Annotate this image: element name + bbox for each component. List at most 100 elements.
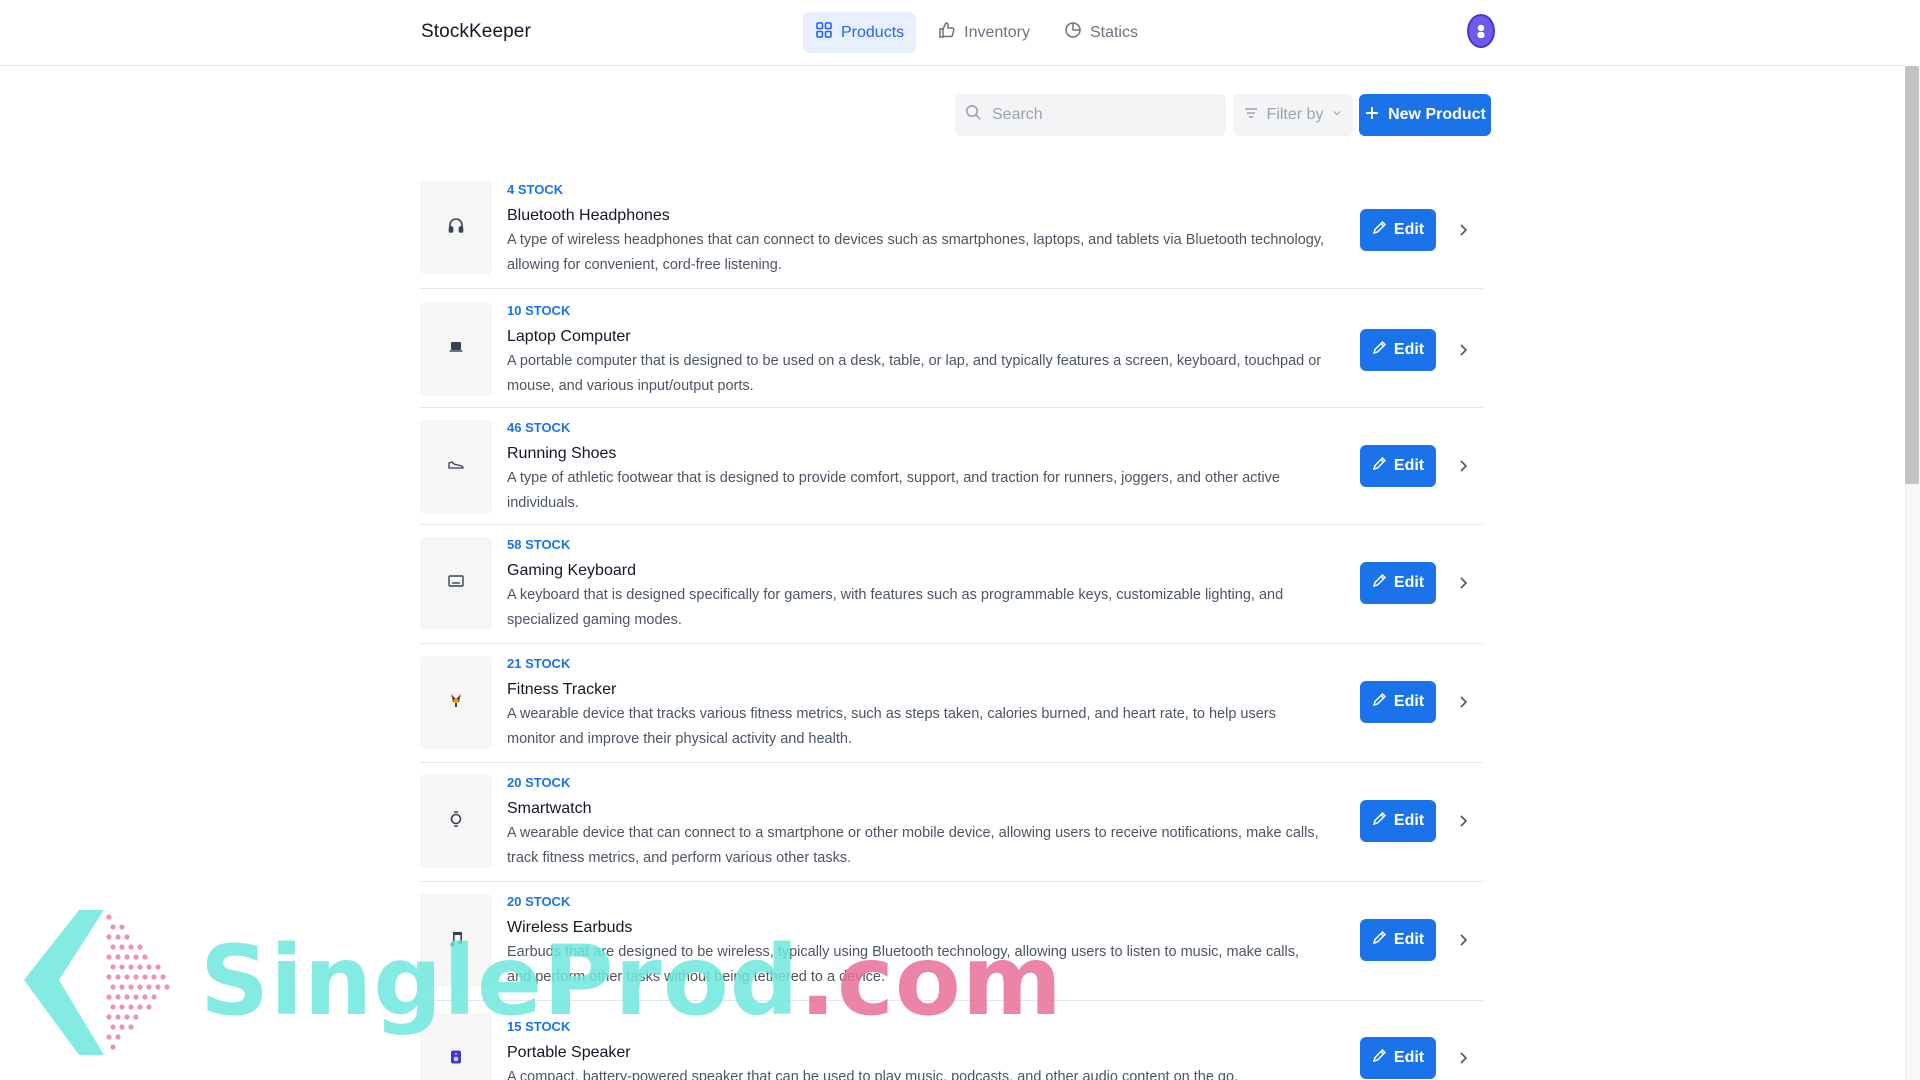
- pencil-icon: [1372, 456, 1387, 476]
- product-row[interactable]: 58 STOCK Gaming Keyboard A keyboard that…: [420, 525, 1483, 644]
- product-info: 20 STOCK Smartwatch A wearable device th…: [507, 775, 1327, 871]
- chevron-down-icon: [1331, 106, 1343, 124]
- product-name[interactable]: Wireless Earbuds: [507, 919, 1327, 937]
- pencil-icon: [1372, 1048, 1387, 1068]
- edit-button[interactable]: Edit: [1360, 445, 1436, 487]
- edit-label: Edit: [1393, 341, 1425, 358]
- watermark-logo: [24, 910, 170, 1055]
- pencil-icon: [1372, 220, 1387, 240]
- fitness-tracker-icon: [447, 691, 465, 714]
- stock-count: 10 STOCK: [507, 303, 571, 318]
- chevron-right-icon[interactable]: [1456, 576, 1470, 590]
- product-info: 15 STOCK Portable Speaker A compact, bat…: [507, 1019, 1327, 1080]
- music-note-icon: [447, 929, 465, 952]
- keyboard-icon: [447, 572, 465, 595]
- edit-label: Edit: [1393, 931, 1425, 948]
- edit-label: Edit: [1393, 574, 1425, 591]
- product-info: 21 STOCK Fitness Tracker A wearable devi…: [507, 656, 1327, 752]
- edit-button[interactable]: Edit: [1360, 919, 1436, 961]
- product-description: A portable computer that is designed to …: [507, 353, 1322, 394]
- laptop-icon: [447, 338, 465, 361]
- user-icon: [1477, 24, 1485, 38]
- product-row[interactable]: 4 STOCK Bluetooth Headphones A type of w…: [420, 176, 1483, 289]
- product-name[interactable]: Laptop Computer: [507, 328, 1327, 346]
- product-row[interactable]: 10 STOCK Laptop Computer A portable comp…: [420, 289, 1483, 408]
- product-description: A compact, battery-powered speaker that …: [507, 1069, 1239, 1080]
- search-icon: [965, 104, 982, 126]
- product-name[interactable]: Bluetooth Headphones: [507, 207, 1327, 225]
- app-brand[interactable]: StockKeeper: [421, 21, 531, 43]
- new-product-button[interactable]: New Product: [1359, 94, 1491, 136]
- page-scrollbar-thumb[interactable]: [1905, 66, 1919, 484]
- edit-label: Edit: [1393, 457, 1425, 474]
- edit-button[interactable]: Edit: [1360, 681, 1436, 723]
- product-description: A wearable device that tracks various fi…: [507, 706, 1276, 747]
- thumbs-up-icon: [938, 21, 956, 44]
- product-info: 10 STOCK Laptop Computer A portable comp…: [507, 303, 1327, 399]
- product-thumbnail: [420, 775, 492, 868]
- product-description: Earbuds that are designed to be wireless…: [507, 944, 1300, 985]
- product-name[interactable]: Running Shoes: [507, 445, 1327, 463]
- product-row[interactable]: 46 STOCK Running Shoes A type of athleti…: [420, 408, 1483, 525]
- stock-count: 58 STOCK: [507, 537, 571, 552]
- product-thumbnail: [420, 1013, 492, 1080]
- stock-count: 20 STOCK: [507, 894, 571, 909]
- pencil-icon: [1372, 573, 1387, 593]
- edit-button[interactable]: Edit: [1360, 329, 1436, 371]
- product-thumbnail: [420, 181, 492, 274]
- search-box[interactable]: [955, 94, 1226, 136]
- speaker-icon: [447, 1048, 465, 1071]
- stock-count: 46 STOCK: [507, 420, 571, 435]
- stock-count: 21 STOCK: [507, 656, 571, 671]
- product-info: 20 STOCK Wireless Earbuds Earbuds that a…: [507, 894, 1327, 990]
- product-info: 58 STOCK Gaming Keyboard A keyboard that…: [507, 537, 1327, 633]
- product-row[interactable]: 15 STOCK Portable Speaker A compact, bat…: [420, 1001, 1483, 1080]
- watch-icon: [447, 810, 465, 833]
- product-name[interactable]: Smartwatch: [507, 800, 1327, 818]
- edit-label: Edit: [1393, 812, 1425, 829]
- edit-button[interactable]: Edit: [1360, 800, 1436, 842]
- chevron-right-icon[interactable]: [1456, 343, 1470, 357]
- product-name[interactable]: Portable Speaker: [507, 1044, 1327, 1062]
- main-nav: Products Inventory Statics: [803, 12, 1150, 53]
- nav-item-statics[interactable]: Statics: [1052, 12, 1150, 53]
- edit-button[interactable]: Edit: [1360, 562, 1436, 604]
- nav-label: Statics: [1089, 23, 1138, 41]
- chevron-right-icon[interactable]: [1456, 223, 1470, 237]
- nav-item-products[interactable]: Products: [803, 12, 917, 53]
- headphones-icon: [447, 216, 465, 239]
- product-name[interactable]: Gaming Keyboard: [507, 562, 1327, 580]
- chevron-right-icon[interactable]: [1456, 1051, 1470, 1065]
- product-thumbnail: [420, 537, 492, 630]
- product-thumbnail: [420, 656, 492, 749]
- nav-item-inventory[interactable]: Inventory: [926, 12, 1042, 53]
- chevron-right-icon[interactable]: [1456, 814, 1470, 828]
- filter-button[interactable]: Filter by: [1233, 94, 1353, 136]
- edit-button[interactable]: Edit: [1360, 209, 1436, 251]
- plus-icon: [1364, 105, 1380, 126]
- user-avatar[interactable]: [1467, 14, 1495, 48]
- product-info: 4 STOCK Bluetooth Headphones A type of w…: [507, 182, 1327, 278]
- product-row[interactable]: 20 STOCK Wireless Earbuds Earbuds that a…: [420, 882, 1483, 1001]
- chevron-right-icon[interactable]: [1456, 933, 1470, 947]
- pencil-icon: [1372, 340, 1387, 360]
- edit-label: Edit: [1393, 693, 1425, 710]
- product-description: A type of athletic footwear that is desi…: [507, 470, 1280, 511]
- pencil-icon: [1372, 811, 1387, 831]
- chevron-right-icon[interactable]: [1456, 695, 1470, 709]
- nav-label: Products: [841, 23, 905, 41]
- product-name[interactable]: Fitness Tracker: [507, 681, 1327, 699]
- filter-label: Filter by: [1266, 106, 1324, 123]
- shoe-icon: [447, 455, 465, 478]
- product-row[interactable]: 20 STOCK Smartwatch A wearable device th…: [420, 763, 1483, 882]
- edit-button[interactable]: Edit: [1360, 1037, 1436, 1079]
- stock-count: 20 STOCK: [507, 775, 571, 790]
- edit-label: Edit: [1393, 1049, 1425, 1066]
- product-row[interactable]: 21 STOCK Fitness Tracker A wearable devi…: [420, 644, 1483, 763]
- search-input[interactable]: [992, 106, 1202, 124]
- grid-icon: [815, 21, 833, 44]
- chevron-right-icon[interactable]: [1456, 459, 1470, 473]
- edit-label: Edit: [1393, 221, 1425, 238]
- top-navbar: StockKeeper Products Inventory Statics: [0, 0, 1905, 66]
- product-thumbnail: [420, 420, 492, 513]
